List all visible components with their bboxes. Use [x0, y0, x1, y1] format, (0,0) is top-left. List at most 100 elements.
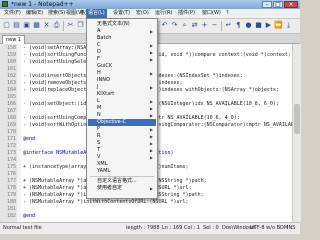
maximize-button[interactable]: □ [273, 1, 283, 8]
vertical-scrollbar[interactable] [292, 44, 301, 222]
status-length: length : 7988 [126, 225, 160, 231]
print-icon[interactable]: ⎙ [52, 21, 61, 30]
language-menu-item[interactable]: P ▶ [88, 126, 156, 133]
language-menu-item-label: D [97, 49, 101, 55]
new-file-icon[interactable]: ▢ [2, 21, 11, 30]
run-macro-icon[interactable]: ⏩ [274, 21, 283, 30]
language-menu-item[interactable]: J ▶ [88, 84, 156, 91]
language-menu-item[interactable]: GuiCK [88, 63, 156, 70]
menu-plugins[interactable]: 插件(P) [178, 9, 195, 18]
submenu-arrow-icon: ▶ [149, 43, 153, 48]
language-menu-item[interactable]: F ▶ [88, 56, 156, 63]
play-macro-icon[interactable]: ▶ [264, 21, 273, 30]
language-menu-item[interactable]: INNO [88, 77, 156, 84]
language-menu-item-label: F [97, 56, 100, 62]
submenu-arrow-icon: ▶ [149, 113, 153, 118]
menu-search[interactable]: 搜索(S) [48, 9, 65, 18]
line-number: 180 [6, 199, 16, 205]
cut-icon[interactable]: ✂ [66, 21, 75, 30]
line-number: 167 [6, 108, 16, 114]
language-menu-item[interactable]: D ▶ [88, 49, 156, 56]
language-menu-item[interactable]: S ▶ [88, 140, 156, 147]
menu-run[interactable]: 运行(R) [155, 9, 172, 18]
submenu-arrow-icon: ▶ [149, 127, 153, 132]
line-number: 174 [6, 157, 16, 163]
language-menu-item[interactable]: A ▶ [88, 28, 156, 35]
line-number: 178 [6, 185, 16, 191]
line-number: 176 [6, 171, 16, 177]
close-file-icon[interactable]: ✕ [42, 21, 51, 30]
line-number: 173 [6, 150, 16, 156]
language-menu-item[interactable]: L ▶ [88, 98, 156, 105]
language-menu-item[interactable]: Batch [88, 35, 156, 42]
language-menu-item[interactable]: XML [88, 161, 156, 168]
indent-guide-icon[interactable]: ¶ [234, 21, 243, 30]
language-menu-item-label: Objective-C [97, 119, 127, 125]
language-menu-item[interactable]: V ▶ [88, 154, 156, 161]
language-menu-item[interactable]: Objective-C [88, 119, 156, 126]
line-text: - (NSMutableArray *)initWithContentsOfUR… [23, 199, 189, 205]
language-menu-item-label: J [97, 84, 99, 90]
language-menu-item-label: C [97, 42, 101, 48]
submenu-arrow-icon: ▶ [149, 106, 153, 111]
copy-icon[interactable]: ❐ [76, 21, 85, 30]
save-macro-icon[interactable]: ⤓ [284, 21, 293, 30]
minimize-button[interactable]: – [262, 1, 272, 8]
menu-language[interactable]: 语言(L) [86, 9, 107, 18]
replace-icon[interactable]: ⇄ [190, 21, 199, 30]
line-number: 162 [6, 73, 16, 79]
submenu-arrow-icon: ▶ [149, 141, 153, 146]
tab-new-1[interactable]: new 1 [2, 35, 26, 44]
stop-macro-icon[interactable]: ■ [254, 21, 263, 30]
save-all-icon[interactable]: ▦ [32, 21, 41, 30]
language-menu-item-label: XML [97, 161, 108, 167]
line-number: 182 [6, 213, 16, 219]
menu-window[interactable]: 窗口(W) [202, 9, 221, 18]
menu-settings[interactable]: 设置(T) [113, 9, 130, 18]
menu-edit[interactable]: 编辑(E) [26, 9, 43, 18]
menu-file[interactable]: 文件(F) [4, 9, 21, 18]
redo-icon[interactable]: ↷ [170, 21, 179, 30]
undo-icon[interactable]: ↶ [160, 21, 169, 30]
save-icon[interactable]: ▣ [22, 21, 31, 30]
language-menu-item-label: 自定义语言格式... [97, 178, 137, 184]
submenu-arrow-icon: ▶ [149, 85, 153, 90]
title-bar: *new 1 - Notepad++ – □ × [0, 0, 300, 9]
scrollbar-thumb[interactable] [294, 104, 300, 134]
language-menu-item-label: H [97, 70, 101, 76]
language-menu-item[interactable]: YAML [88, 168, 156, 175]
language-menu-item[interactable]: H ▶ [88, 70, 156, 77]
language-menu-item[interactable]: M ▶ [88, 105, 156, 112]
menu-help[interactable]: ? [226, 9, 229, 18]
line-number: 168 [6, 115, 16, 121]
status-mode: INS [287, 225, 296, 231]
record-macro-icon[interactable]: ● [244, 21, 253, 30]
status-encoding: UTF-8 w/o BOM [250, 225, 289, 231]
submenu-arrow-icon: ▶ [149, 155, 153, 160]
window-title: *new 1 - Notepad++ [11, 1, 74, 8]
line-number: 161 [6, 66, 16, 72]
language-menu-item[interactable]: KIXtart [88, 91, 156, 98]
submenu-arrow-icon: ▶ [149, 186, 153, 191]
language-menu-item-label: KIXtart [97, 91, 115, 97]
language-menu-item-label: S [97, 140, 101, 146]
language-menu-item[interactable]: R ▶ [88, 133, 156, 140]
language-menu-item[interactable]: T ▶ [88, 147, 156, 154]
open-file-icon[interactable]: ▤ [12, 21, 21, 30]
zoom-out-icon[interactable]: − [210, 21, 219, 30]
language-menu-item[interactable]: N ▶ [88, 112, 156, 119]
language-menu-item[interactable]: 自定义语言格式... [88, 178, 156, 185]
language-menu-item-label: A [97, 28, 101, 34]
line-number: 164 [6, 87, 16, 93]
menu-macro[interactable]: 宏(O) [136, 9, 149, 18]
language-menu-item[interactable]: 使用者自定 ▶ [88, 185, 156, 192]
zoom-in-icon[interactable]: + [200, 21, 209, 30]
submenu-arrow-icon: ▶ [149, 57, 153, 62]
language-menu-item[interactable]: 无格式文本(N) [88, 21, 156, 28]
find-icon[interactable]: ⌕ [180, 21, 189, 30]
notepad-plus-plus-icon [2, 1, 8, 7]
language-menu-item[interactable]: C ▶ [88, 42, 156, 49]
close-button[interactable]: × [284, 1, 298, 8]
line-number: 177 [6, 178, 16, 184]
wrap-icon[interactable]: ↵ [224, 21, 233, 30]
